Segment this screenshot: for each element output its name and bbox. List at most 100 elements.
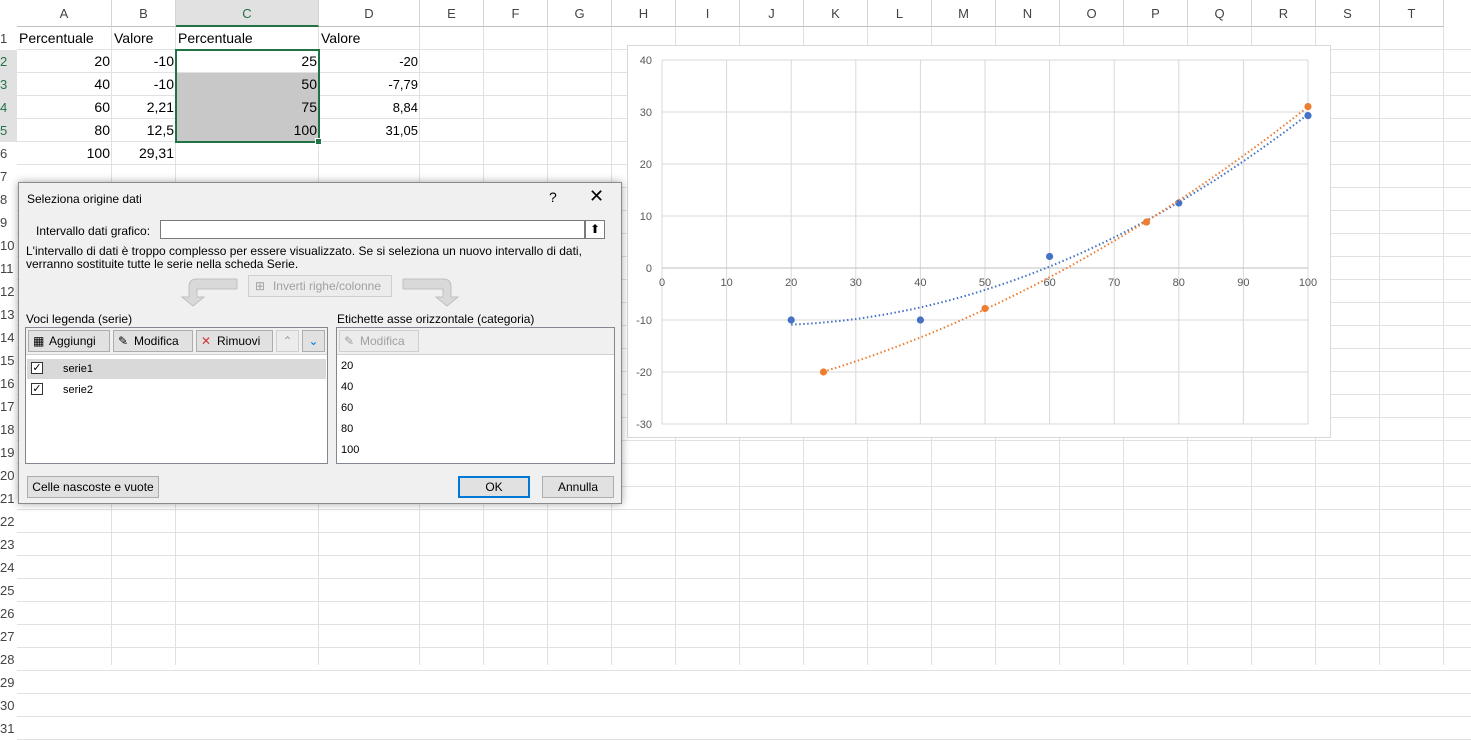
row-header-31[interactable]: 31 [0,717,17,740]
data-point-series-2 [1142,218,1151,226]
cell-b2[interactable]: -10 [112,50,176,73]
row-header-26[interactable]: 26 [0,602,17,625]
row-header-22[interactable]: 22 [0,510,17,533]
column-header-p[interactable]: P [1124,0,1188,27]
column-header-n[interactable]: N [996,0,1060,27]
column-header-t[interactable]: T [1380,0,1444,27]
row-header-6[interactable]: 6 [0,142,17,165]
cell-c2[interactable]: 25 [176,50,319,73]
cell-d5[interactable]: 31,05 [319,119,420,142]
row-header-25[interactable]: 25 [0,579,17,602]
series-checkbox[interactable]: ✓ [31,383,43,395]
hidden-empty-cells-button[interactable]: Celle nascoste e vuote [27,476,159,498]
fill-handle[interactable] [315,138,322,145]
cell-b5[interactable]: 12,5 [112,119,176,142]
cell-a2[interactable]: 20 [17,50,112,73]
cell-b6[interactable]: 29,31 [112,142,176,165]
series-checkbox[interactable]: ✓ [31,362,43,374]
ok-button[interactable]: OK [458,476,530,498]
row-header-19[interactable]: 19 [0,441,17,464]
column-header-a[interactable]: A [17,0,112,27]
column-header-l[interactable]: L [868,0,932,27]
series-item-serie1[interactable]: ✓ serie1 [27,359,326,379]
column-header-c[interactable]: C [176,0,319,27]
cell-a6[interactable]: 100 [17,142,112,165]
add-series-button[interactable]: ▦ Aggiungi [28,330,110,352]
row-header-11[interactable]: 11 [0,257,17,280]
cell-a3[interactable]: 40 [17,73,112,96]
edit-series-button[interactable]: ✎ Modifica [113,330,193,352]
cell-c4[interactable]: 75 [176,96,319,119]
row-header-27[interactable]: 27 [0,625,17,648]
row-header-7[interactable]: 7 [0,165,17,188]
row-header-10[interactable]: 10 [0,234,17,257]
row-header-13[interactable]: 13 [0,303,17,326]
column-header-i[interactable]: I [676,0,740,27]
row-header-24[interactable]: 24 [0,556,17,579]
row-header-14[interactable]: 14 [0,326,17,349]
move-up-button[interactable]: ⌃ [276,330,299,352]
cell-b3[interactable]: -10 [112,73,176,96]
remove-series-button[interactable]: ✕ Rimuovi [196,330,273,352]
series-item-serie2[interactable]: ✓ serie2 [27,380,326,400]
cell-b1[interactable]: Valore [112,27,176,50]
cell-b4[interactable]: 2,21 [112,96,176,119]
column-header-e[interactable]: E [420,0,484,27]
row-header-16[interactable]: 16 [0,372,17,395]
column-header-j[interactable]: J [740,0,804,27]
row-header-9[interactable]: 9 [0,211,17,234]
scatter-chart[interactable]: 0 10 20 30 40 50 60 70 80 90 100 40 30 20 10 0 -10 -20 -30 [627,45,1331,438]
column-header-o[interactable]: O [1060,0,1124,27]
row-header-8[interactable]: 8 [0,188,17,211]
row-header-21[interactable]: 21 [0,487,17,510]
row-header-18[interactable]: 18 [0,418,17,441]
column-header-k[interactable]: K [804,0,868,27]
cell-d3[interactable]: -7,79 [319,73,420,96]
edit-axis-labels-button[interactable]: ✎ Modifica [339,330,419,352]
legend-series-toolbar: ▦ Aggiungi ✎ Modifica ✕ Rimuovi ⌃ ⌄ [26,328,327,355]
close-icon[interactable]: ✕ [589,186,604,207]
column-header-s[interactable]: S [1316,0,1380,27]
switch-row-column-button[interactable]: ⊞ Inverti righe/colonne [248,275,392,297]
row-header-3[interactable]: 3 [0,73,17,96]
row-header-1[interactable]: 1 [0,27,17,50]
row-header-5[interactable]: 5 [0,119,17,142]
row-header-28[interactable]: 28 [0,648,17,671]
data-point-series-1 [1304,111,1312,120]
column-header-r[interactable]: R [1252,0,1316,27]
column-header-f[interactable]: F [484,0,548,27]
cancel-button[interactable]: Annulla [542,476,614,498]
range-label: Intervallo dati grafico: [36,224,151,238]
cell-a4[interactable]: 60 [17,96,112,119]
cell-c3[interactable]: 50 [176,73,319,96]
collapse-range-icon[interactable]: ⬆ [585,220,605,239]
row-header-12[interactable]: 12 [0,280,17,303]
x-tick-label: 90 [1237,277,1249,289]
column-header-h[interactable]: H [612,0,676,27]
row-header-23[interactable]: 23 [0,533,17,556]
cell-d2[interactable]: -20 [319,50,420,73]
move-down-button[interactable]: ⌄ [302,330,325,352]
help-icon[interactable]: ? [549,189,557,205]
cell-c1[interactable]: Percentuale [176,27,319,50]
row-header-4[interactable]: 4 [0,96,17,119]
row-header-30[interactable]: 30 [0,694,17,717]
cell-c5[interactable]: 100 [176,119,319,142]
cell-a5[interactable]: 80 [17,119,112,142]
row-header-15[interactable]: 15 [0,349,17,372]
column-header-d[interactable]: D [319,0,420,27]
row-header-29[interactable]: 29 [0,671,17,694]
data-range-input[interactable] [160,220,585,239]
column-header-b[interactable]: B [112,0,176,27]
cell-d4[interactable]: 8,84 [319,96,420,119]
x-tick-label: 80 [1173,277,1185,289]
row-header-17[interactable]: 17 [0,395,17,418]
gridline [17,670,1471,671]
row-header-20[interactable]: 20 [0,464,17,487]
column-header-g[interactable]: G [548,0,612,27]
column-header-m[interactable]: M [932,0,996,27]
row-header-2[interactable]: 2 [0,50,17,73]
cell-a1[interactable]: Percentuale [17,27,112,50]
column-header-q[interactable]: Q [1188,0,1252,27]
cell-d1[interactable]: Valore [319,27,420,50]
